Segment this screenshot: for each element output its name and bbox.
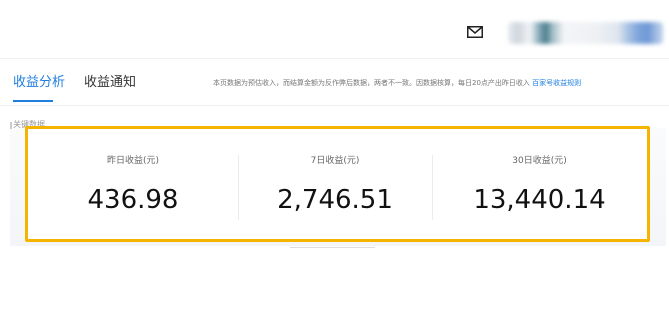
user-info-blurred[interactable] <box>508 22 663 44</box>
notice-text: 本页数据为预估收入，而结算金额为反作弊后数据，两者不一致。因数据核算，每日20点… <box>213 79 581 88</box>
stat-value: 13,440.14 <box>473 185 606 215</box>
top-bar <box>0 0 669 59</box>
stat-value: 2,746.51 <box>277 185 393 215</box>
stat-label: 昨日收益(元) <box>106 156 160 166</box>
income-rules-link[interactable]: 百家号收益规则 <box>532 79 581 87</box>
stat-30-day: 30日收益(元) 13,440.14 <box>432 129 647 239</box>
tab-bar: 收益分析 收益通知 本页数据为预估收入，而结算金额为反作弊后数据，两者不一致。因… <box>0 60 669 106</box>
notice-message: 本页数据为预估收入，而结算金额为反作弊后数据，两者不一致。因数据核算，每日20点… <box>213 79 530 87</box>
tab-divider <box>0 105 669 106</box>
section-title-marker <box>10 122 12 129</box>
tab-income-notice[interactable]: 收益通知 <box>84 75 136 91</box>
stat-7-day: 7日收益(元) 2,746.51 <box>238 129 432 239</box>
stat-value: 436.98 <box>87 185 179 215</box>
tab-income-analysis[interactable]: 收益分析 <box>13 75 65 91</box>
mail-icon[interactable] <box>467 26 483 38</box>
key-stats-panel: 昨日收益(元) 436.98 7日收益(元) 2,746.51 30日收益(元)… <box>25 126 650 242</box>
bottom-divider <box>290 247 375 248</box>
stat-label: 7日收益(元) <box>310 156 360 166</box>
stat-label: 30日收益(元) <box>512 156 567 166</box>
active-tab-indicator <box>13 100 53 102</box>
stat-yesterday: 昨日收益(元) 436.98 <box>28 129 238 239</box>
